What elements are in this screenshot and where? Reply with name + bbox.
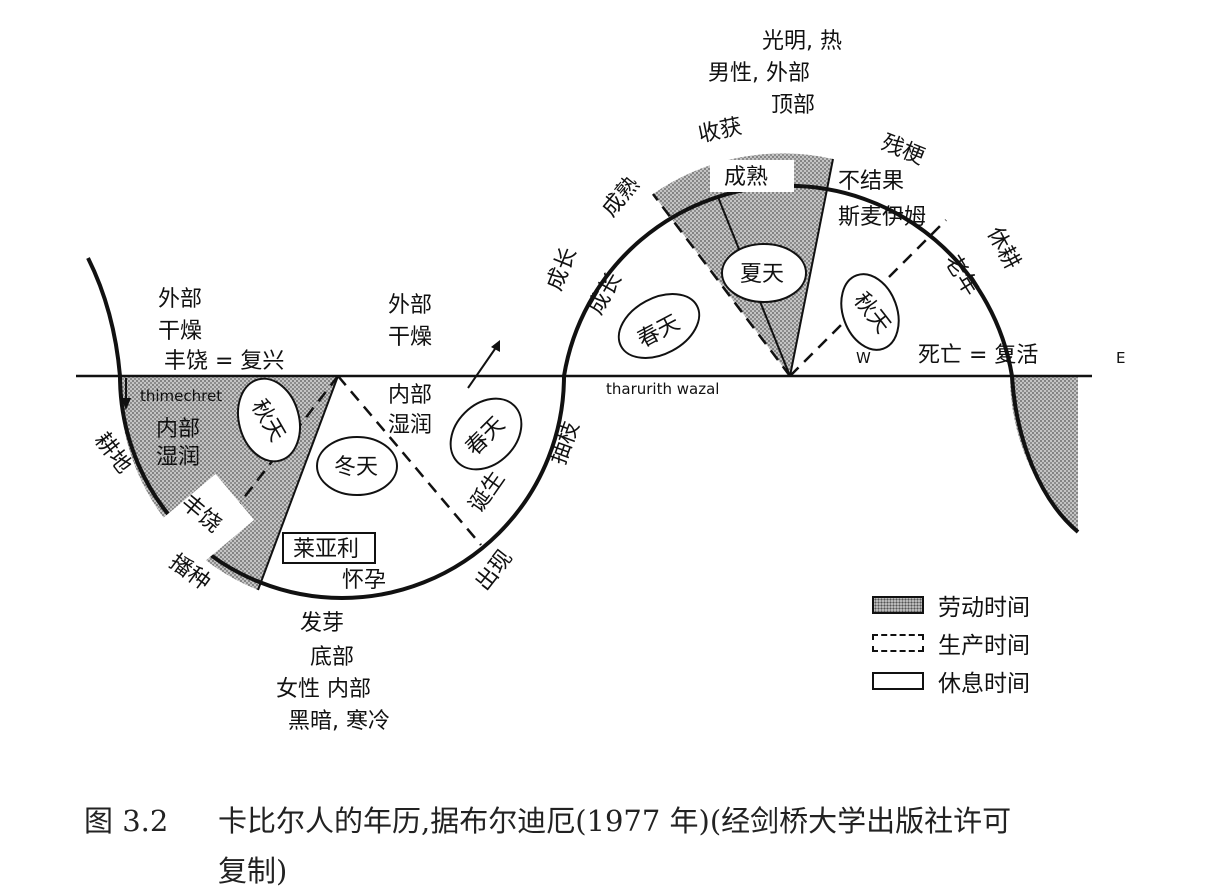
note-female-inside: 女性 内部 [276, 677, 371, 702]
note-bottom: 底部 [310, 645, 354, 670]
label-thimechret: thimechret [140, 387, 222, 405]
note-dark-cold: 黑暗, 寒冷 [288, 709, 390, 734]
note-light-heat: 光明, 热 [762, 29, 842, 54]
rest-swatch-icon [872, 672, 924, 690]
caption-line-2: 复制) [218, 854, 288, 888]
label-old-age: 老年 [939, 250, 984, 301]
labor-region-far-right [1010, 376, 1078, 532]
legend-label-production: 生产时间 [938, 633, 1030, 659]
legend-item-production: 生产时间 [872, 624, 1112, 662]
figure-caption: 图 3.2 卡比尔人的年历,据布尔迪厄(1977 年)(经剑桥大学出版社许可 复制… [84, 796, 1164, 896]
label-moist-mid: 湿润 [388, 413, 432, 438]
label-growth-outer: 成长 [542, 244, 582, 294]
season-summer: 夏天 [740, 262, 784, 287]
note-top: 顶部 [771, 93, 815, 118]
arrow-up-right-icon [467, 340, 500, 389]
label-inside-mid: 内部 [388, 383, 432, 408]
note-dry-left: 干燥 [158, 319, 202, 344]
caption-line-1: 图 3.2 卡比尔人的年历,据布尔迪厄(1977 年)(经剑桥大学出版社许可 [84, 796, 1164, 846]
caption-text-1: 卡比尔人的年历,据布尔迪厄(1977 年)(经剑桥大学出版社许可 [218, 804, 1012, 838]
label-harvest: 收获 [696, 114, 744, 148]
season-winter: 冬天 [334, 455, 378, 480]
legend-item-labor: 劳动时间 [872, 586, 1112, 624]
axis-west: W [856, 349, 871, 367]
legend: 劳动时间 生产时间 休息时间 [872, 586, 1112, 700]
label-stubble: 残梗 [878, 130, 928, 170]
note-outside-left: 外部 [158, 287, 202, 312]
label-ripening-outer: 成熟 [597, 172, 644, 222]
axis-east: E [1116, 349, 1125, 367]
note-germination: 发芽 [300, 611, 344, 636]
label-death-rebirth: 死亡 = 复活 [918, 343, 1038, 368]
label-birth: 诞生 [464, 467, 510, 517]
label-smaim: 斯麦伊姆 [838, 205, 926, 230]
label-fallow: 休耕 [982, 223, 1025, 274]
label-sprouting: 抽枝 [546, 418, 585, 468]
production-swatch-icon [872, 634, 924, 652]
label-pregnancy: 怀孕 [342, 568, 386, 593]
label-ripe-inner: 成熟 [724, 165, 768, 190]
label-growth-inner: 成长 [584, 268, 628, 319]
axis-center-label: tharurith wazal [606, 380, 719, 398]
label-moist-left: 湿润 [156, 445, 200, 470]
legend-label-rest: 休息时间 [938, 671, 1030, 697]
label-inside-left: 内部 [156, 417, 200, 442]
note-dry-mid: 干燥 [388, 325, 432, 350]
note-outside-mid: 外部 [388, 293, 432, 318]
label-layali: 莱亚利 [293, 537, 359, 562]
figure-number: 图 3.2 [84, 804, 169, 838]
label-barren: 不结果 [838, 169, 904, 194]
note-male-outside: 男性, 外部 [708, 61, 810, 86]
legend-item-rest: 休息时间 [872, 662, 1112, 700]
legend-label-labor: 劳动时间 [938, 595, 1030, 621]
labor-swatch-icon [872, 596, 924, 614]
note-fertility-revival: 丰饶 = 复兴 [164, 349, 284, 374]
